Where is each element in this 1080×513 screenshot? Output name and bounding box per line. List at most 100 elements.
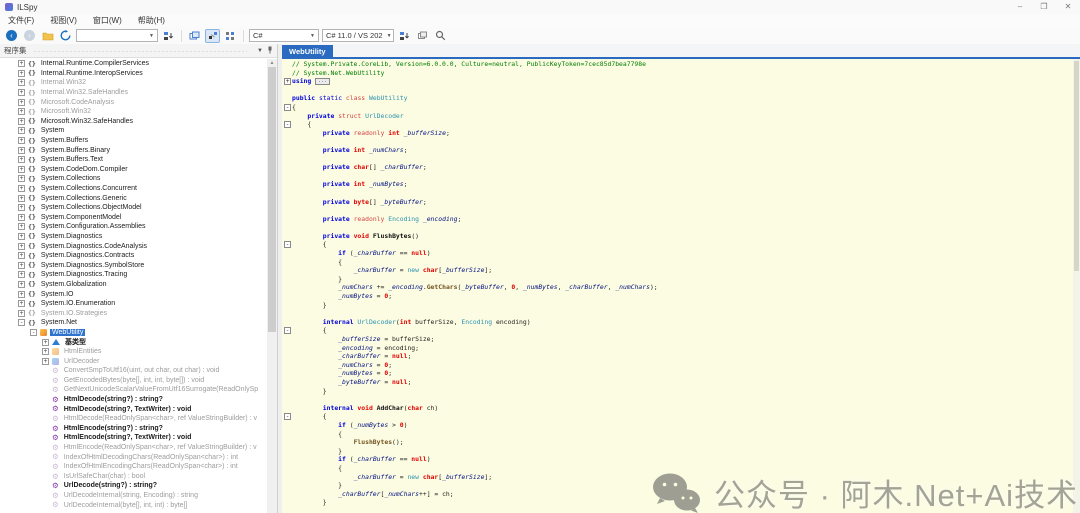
member-order-button[interactable]: [223, 29, 238, 43]
tree-item[interactable]: +{}Microsoft.CodeAnalysis: [0, 97, 267, 107]
tree-item[interactable]: ⚙UrlDecodeInternal(byte[], int, int) : b…: [0, 500, 267, 510]
tree-item[interactable]: +{}Microsoft.Win32.SafeHandles: [0, 117, 267, 127]
expand-expander-icon[interactable]: +: [18, 252, 25, 259]
expand-expander-icon[interactable]: +: [18, 137, 25, 144]
scroll-up-arrow-icon[interactable]: ▲: [267, 59, 277, 67]
duplicate-window-button[interactable]: [187, 29, 202, 43]
expand-expander-icon[interactable]: +: [42, 348, 49, 355]
tree-item[interactable]: +{}System.ComponentModel: [0, 213, 267, 223]
fold-collapse-icon[interactable]: -: [284, 413, 291, 420]
code-scrollbar-thumb[interactable]: [1074, 61, 1079, 271]
code-scrollbar[interactable]: [1073, 59, 1080, 513]
expand-expander-icon[interactable]: +: [18, 271, 25, 278]
expand-expander-icon[interactable]: +: [18, 291, 25, 298]
tree-scrollbar-thumb[interactable]: [268, 67, 276, 332]
back-button[interactable]: ‹: [4, 29, 19, 43]
expand-expander-icon[interactable]: +: [18, 281, 25, 288]
decompiled-code-view[interactable]: // System.Private.CoreLib, Version=6.0.0…: [282, 59, 1073, 513]
expand-expander-icon[interactable]: +: [18, 243, 25, 250]
menu-view[interactable]: 视图(V): [42, 14, 85, 27]
maximize-button[interactable]: ❐: [1032, 0, 1056, 14]
expand-expander-icon[interactable]: +: [42, 358, 49, 365]
collapse-expander-icon[interactable]: -: [30, 329, 37, 336]
assembly-filter-combobox[interactable]: ▼: [76, 29, 158, 42]
tree-item[interactable]: +基类型: [0, 337, 267, 347]
tree-item[interactable]: +{}System.Buffers: [0, 136, 267, 146]
show-internal-api-toggle[interactable]: [205, 29, 220, 43]
minimize-button[interactable]: –: [1008, 0, 1032, 14]
tree-item[interactable]: +{}System.Globalization: [0, 280, 267, 290]
expand-expander-icon[interactable]: +: [18, 204, 25, 211]
tree-item[interactable]: +UrlDecoder: [0, 356, 267, 366]
expand-expander-icon[interactable]: +: [18, 185, 25, 192]
tree-item[interactable]: +{}System.IO: [0, 289, 267, 299]
tree-item[interactable]: ⚙IsUrlSafeChar(char) : bool: [0, 472, 267, 482]
tree-item[interactable]: +{}System.Collections.ObjectModel: [0, 203, 267, 213]
menu-help[interactable]: 帮助(H): [130, 14, 173, 27]
tree-item[interactable]: ⚙ConvertSmpToUtf16(uint, out char, out c…: [0, 366, 267, 376]
expand-expander-icon[interactable]: +: [18, 233, 25, 240]
menu-window[interactable]: 窗口(W): [85, 14, 130, 27]
tree-item[interactable]: ⚙UrlDecodeInternal(string, Encoding) : s…: [0, 491, 267, 501]
open-file-button[interactable]: [40, 29, 55, 43]
tree-item[interactable]: ⚙UrlDecode(string?) : string?: [0, 481, 267, 491]
tree-item[interactable]: ⚙IndexOfHtmlEncodingChars(ReadOnlySpan<c…: [0, 462, 267, 472]
fold-collapse-icon[interactable]: -: [284, 121, 291, 128]
search-button[interactable]: [433, 29, 448, 43]
expand-expander-icon[interactable]: +: [18, 223, 25, 230]
expand-expander-icon[interactable]: +: [18, 310, 25, 317]
tree-item[interactable]: -WebUtility: [0, 328, 267, 338]
fold-collapse-icon[interactable]: -: [284, 104, 291, 111]
expand-expander-icon[interactable]: +: [42, 339, 49, 346]
expand-expander-icon[interactable]: +: [18, 156, 25, 163]
tree-item[interactable]: +{}System.Buffers.Text: [0, 155, 267, 165]
tree-item[interactable]: ⚙GetNextUnicodeScalarValueFromUtf16Surro…: [0, 385, 267, 395]
fold-collapse-icon[interactable]: -: [284, 241, 291, 248]
tree-item[interactable]: +{}System.Diagnostics.Tracing: [0, 270, 267, 280]
tree-item[interactable]: +{}System.IO.Strategies: [0, 308, 267, 318]
tree-item[interactable]: -{}System.Net: [0, 318, 267, 328]
expand-expander-icon[interactable]: +: [18, 108, 25, 115]
forward-button[interactable]: ›: [22, 29, 37, 43]
tree-item[interactable]: +{}System.Diagnostics.CodeAnalysis: [0, 241, 267, 251]
tree-item[interactable]: +{}System.Configuration.Assemblies: [0, 222, 267, 232]
tree-item[interactable]: +{}System.Buffers.Binary: [0, 145, 267, 155]
expand-expander-icon[interactable]: +: [18, 147, 25, 154]
tree-item[interactable]: +{}System.IO.Enumeration: [0, 299, 267, 309]
tree-item[interactable]: +{}System.Collections.Generic: [0, 193, 267, 203]
tree-item[interactable]: +{}System: [0, 126, 267, 136]
expand-expander-icon[interactable]: +: [18, 262, 25, 269]
expand-expander-icon[interactable]: +: [18, 89, 25, 96]
fold-collapse-icon[interactable]: -: [284, 327, 291, 334]
tree-item[interactable]: +{}Microsoft.Win32: [0, 107, 267, 117]
expand-expander-icon[interactable]: +: [18, 300, 25, 307]
tree-scrollbar[interactable]: ▲: [267, 59, 277, 513]
expand-expander-icon[interactable]: +: [18, 127, 25, 134]
tree-item[interactable]: ⚙HtmlEncode(ReadOnlySpan<char>, ref Valu…: [0, 443, 267, 453]
language-combobox[interactable]: C# ▼: [249, 29, 319, 42]
tree-item[interactable]: ⚙HtmlDecode(string?, TextWriter) : void: [0, 404, 267, 414]
tree-item[interactable]: +{}Internal.Win32: [0, 78, 267, 88]
sort-assemblies-button[interactable]: [161, 29, 176, 43]
expand-expander-icon[interactable]: +: [18, 70, 25, 77]
tree-item[interactable]: ⚙HtmlDecode(string?) : string?: [0, 395, 267, 405]
tree-item[interactable]: +{}System.Diagnostics: [0, 232, 267, 242]
language-version-combobox[interactable]: C# 11.0 / VS 202 ▼: [322, 29, 394, 42]
tree-item[interactable]: ⚙GetEncodedBytes(byte[], int, int, byte[…: [0, 376, 267, 386]
tree-item[interactable]: +HtmlEntities: [0, 347, 267, 357]
expand-expander-icon[interactable]: +: [18, 118, 25, 125]
tree-item[interactable]: +{}Internal.Win32.SafeHandles: [0, 88, 267, 98]
expand-expander-icon[interactable]: +: [18, 175, 25, 182]
tree-item[interactable]: ⚙IndexOfHtmlDecodingChars(ReadOnlySpan<c…: [0, 452, 267, 462]
expand-expander-icon[interactable]: +: [18, 60, 25, 67]
tree-item[interactable]: +{}System.CodeDom.Compiler: [0, 165, 267, 175]
expand-expander-icon[interactable]: +: [18, 195, 25, 202]
expand-expander-icon[interactable]: +: [18, 214, 25, 221]
tree-item[interactable]: +{}Internal.Runtime.InteropServices: [0, 69, 267, 79]
sort-members-button[interactable]: [397, 29, 412, 43]
tree-item[interactable]: +{}Internal.Runtime.CompilerServices: [0, 59, 267, 69]
collapse-expander-icon[interactable]: -: [18, 319, 25, 326]
new-window-button[interactable]: [415, 29, 430, 43]
refresh-button[interactable]: [58, 29, 73, 43]
menu-file[interactable]: 文件(F): [0, 14, 42, 27]
